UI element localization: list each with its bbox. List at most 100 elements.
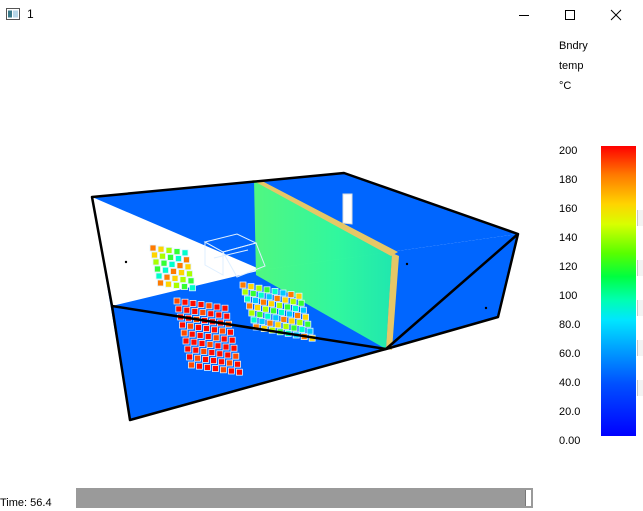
component-cell: [247, 283, 255, 291]
component-cell: [234, 360, 242, 368]
component-cell: [265, 293, 273, 301]
component-cell: [256, 311, 264, 319]
legend-tick-label: 140: [559, 232, 578, 244]
component-cell: [197, 301, 205, 309]
component-cell: [263, 286, 271, 294]
component-cell: [192, 346, 200, 354]
component-cell: [254, 304, 262, 312]
component-cell: [178, 269, 185, 277]
component-cell: [288, 317, 296, 325]
component-cell: [289, 298, 297, 306]
component-cell: [211, 365, 219, 373]
legend-title-line-3: °C: [559, 80, 572, 92]
component-cell: [226, 359, 234, 367]
time-slider[interactable]: [76, 488, 533, 508]
component-cell: [274, 321, 282, 329]
component-cell: [189, 299, 197, 307]
component-cell: [299, 306, 307, 314]
component-cell: [173, 248, 181, 256]
component-cell: [283, 303, 291, 311]
component-cell: [213, 303, 221, 311]
window-title: 1: [27, 7, 34, 21]
component-cell: [219, 366, 227, 374]
component-cell: [264, 312, 272, 320]
component-cell: [248, 309, 256, 317]
component-cell: [189, 284, 196, 292]
component-cell: [178, 321, 186, 329]
component-cell: [163, 273, 171, 281]
component-cell: [266, 319, 274, 327]
component-cell: [149, 244, 157, 252]
component-cell: [257, 291, 265, 299]
scene-view[interactable]: [0, 30, 555, 480]
component-cell: [190, 338, 198, 346]
component-cell: [259, 298, 267, 306]
legend-tick-label: 180: [559, 174, 578, 186]
component-cell: [207, 310, 215, 318]
title-bar: 1: [0, 0, 643, 30]
component-cell: [297, 299, 305, 307]
component-cell: [191, 307, 199, 315]
component-cell: [187, 361, 195, 369]
component-cell: [199, 309, 207, 317]
component-cell: [186, 353, 194, 361]
minimize-icon: [519, 15, 529, 16]
component-cell: [249, 290, 257, 298]
component-cell: [176, 262, 184, 270]
component-cell: [290, 324, 298, 332]
legend-tick-label: 40.0: [559, 377, 581, 389]
component-cell: [160, 259, 168, 267]
legend-tick-label: 160: [559, 203, 578, 215]
component-cell: [157, 279, 164, 287]
component-cell: [221, 304, 229, 312]
component-cell: [195, 362, 203, 370]
component-cell: [154, 265, 161, 273]
component-cell: [181, 283, 188, 291]
component-cell: [286, 310, 294, 318]
component-cell: [251, 297, 259, 305]
component-cell: [267, 300, 275, 308]
component-cell: [157, 245, 165, 253]
component-cell: [227, 367, 235, 375]
component-cell: [194, 323, 202, 331]
close-button[interactable]: [593, 0, 639, 30]
component-cell: [222, 343, 230, 351]
component-cell: [272, 314, 280, 322]
legend-title-line-1: Bndry: [559, 40, 588, 52]
component-cell: [200, 347, 208, 355]
component-cell: [165, 246, 173, 254]
component-cell: [182, 337, 190, 345]
component-cell: [212, 334, 220, 342]
component-cell: [218, 358, 226, 366]
component-cell: [175, 305, 183, 313]
component-cell: [181, 298, 189, 306]
component-cell: [223, 312, 231, 320]
component-cell: [278, 308, 286, 316]
component-cell: [243, 295, 251, 303]
component-cell: [216, 350, 224, 358]
time-label: Time: 56.4: [0, 497, 52, 509]
component-cell: [224, 351, 232, 359]
component-cell: [280, 315, 288, 323]
component-cell: [258, 318, 266, 326]
component-cell: [218, 327, 226, 335]
component-cell: [180, 329, 188, 337]
component-cell: [304, 320, 312, 328]
component-cell: [250, 316, 258, 324]
maximize-icon: [565, 10, 575, 20]
component-cell: [173, 281, 180, 289]
component-cell: [279, 289, 287, 297]
legend-tick-label: 200: [559, 145, 578, 157]
component-cell: [152, 258, 160, 266]
component-cell: [214, 342, 222, 350]
time-slider-handle[interactable]: [525, 490, 531, 506]
component-cell: [228, 336, 236, 344]
legend-tick-label: 0.00: [559, 435, 581, 447]
component-cell: [171, 274, 179, 282]
component-cell: [210, 357, 218, 365]
minimize-button[interactable]: [501, 0, 547, 30]
maximize-button[interactable]: [547, 0, 593, 30]
component-cell: [262, 305, 270, 313]
app-icon: [6, 8, 20, 20]
component-cell: [165, 280, 172, 288]
